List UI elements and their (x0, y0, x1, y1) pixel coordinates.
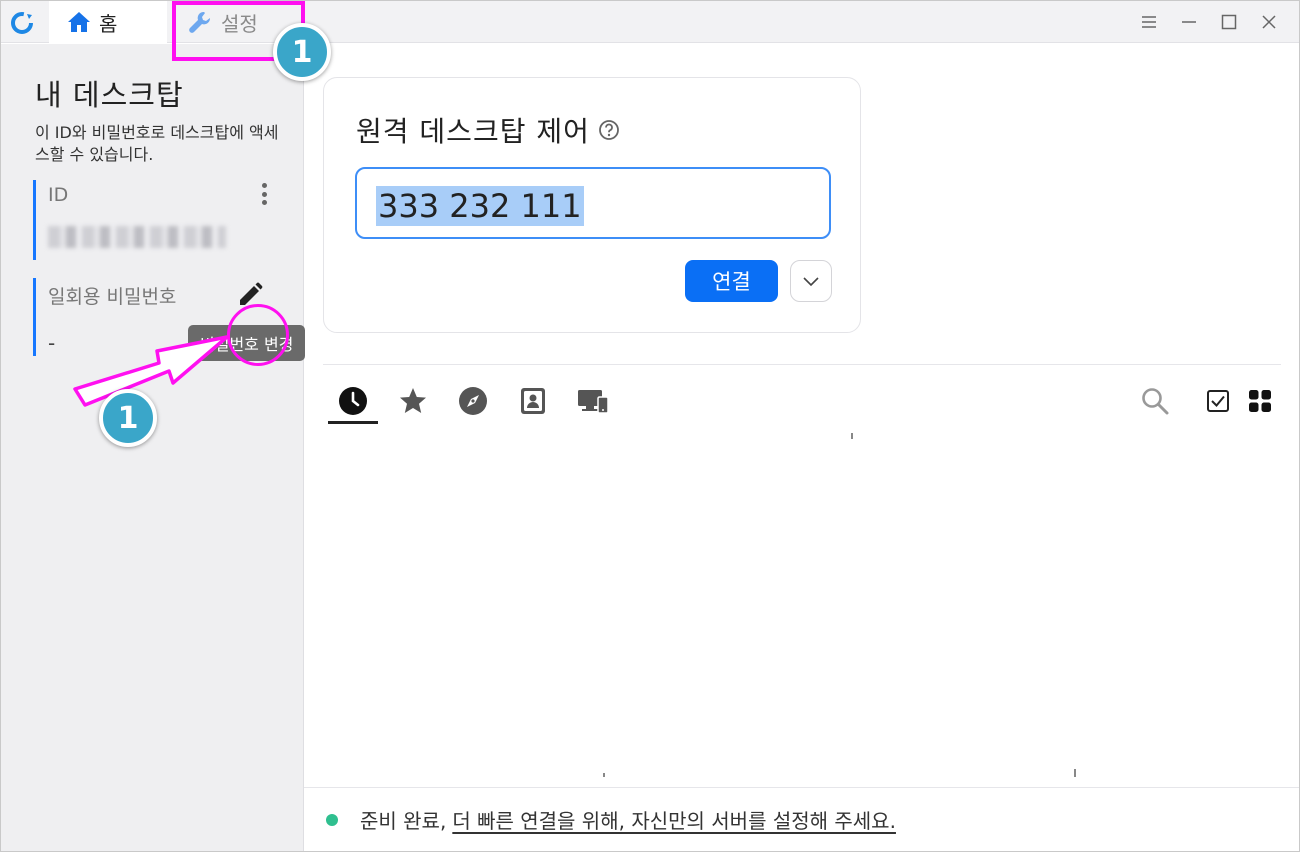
chevron-down-icon (803, 277, 819, 287)
tab-favorites[interactable] (391, 381, 435, 421)
select-mode-button[interactable] (1200, 383, 1236, 419)
id-label: ID (48, 184, 69, 206)
tab-discovered[interactable] (451, 381, 495, 421)
window-controls (1129, 1, 1289, 43)
recent-icon (339, 387, 367, 415)
status-indicator-icon (326, 813, 338, 826)
close-button[interactable] (1249, 1, 1289, 43)
sidebar-title: 내 데스크탑 (35, 78, 184, 112)
loading-indicator-mark (1074, 769, 1076, 777)
sidebar-description: 이 ID와 비밀번호로 데스크탑에 액세스할 수 있습니다. (35, 123, 279, 164)
checkbox-icon (1207, 390, 1229, 412)
remote-id-selected-text: 333 232 111 (376, 186, 584, 226)
section-divider (323, 364, 1281, 365)
grid-view-button[interactable] (1242, 383, 1278, 419)
grid-view-icon (1249, 390, 1271, 412)
address-book-icon (521, 388, 545, 414)
minimize-icon (1182, 21, 1196, 23)
menu-button[interactable] (1129, 1, 1169, 43)
favorite-icon (400, 388, 426, 413)
setup-server-link[interactable]: 더 빠른 연결을 위해, 자신만의 서버를 설정해 주세요. (452, 805, 896, 834)
maximize-button[interactable] (1209, 1, 1249, 43)
minimize-button[interactable] (1169, 1, 1209, 43)
connect-options-button[interactable] (790, 260, 832, 302)
home-icon (67, 11, 91, 33)
connect-button[interactable]: 연결 (685, 260, 778, 302)
remote-control-title: 원격 데스크탑 제어 (356, 110, 620, 150)
close-icon (1262, 15, 1276, 29)
menu-icon (1142, 16, 1156, 28)
loading-indicator-mark (603, 773, 605, 777)
annotation-badge: 1 (99, 389, 157, 447)
tab-home[interactable]: 홈 (49, 1, 167, 43)
tab-address-book[interactable] (511, 381, 555, 421)
id-card: ID (33, 180, 283, 260)
remote-control-card: 원격 데스크탑 제어 333 232 111 연결 (323, 77, 861, 333)
maximize-icon (1221, 14, 1237, 30)
help-icon[interactable] (598, 119, 620, 141)
search-peers-button[interactable] (1137, 383, 1173, 419)
sidebar: 내 데스크탑 이 ID와 비밀번호로 데스크탑에 액세스할 수 있습니다. ID… (1, 44, 304, 851)
app-logo-icon (9, 10, 35, 36)
remote-control-title-text: 원격 데스크탑 제어 (356, 115, 590, 148)
search-icon (1142, 388, 1169, 415)
discovered-icon (459, 387, 487, 415)
id-value-redacted[interactable] (48, 226, 226, 248)
status-bar: 준비 완료, 더 빠른 연결을 위해, 자신만의 서버를 설정해 주세요. (304, 787, 1299, 851)
loading-indicator-mark (851, 433, 853, 439)
tab-group[interactable] (571, 381, 615, 421)
group-icon (578, 390, 609, 414)
tab-recent-sessions[interactable] (328, 381, 378, 424)
id-more-options-icon[interactable] (256, 182, 272, 206)
annotation-badge: 1 (273, 23, 331, 81)
tab-home-label: 홈 (99, 11, 118, 36)
app-window: 홈 설정 내 데스크탑 이 ID와 비밀번호로 데스크탑에 액세스할 수 있습니… (0, 0, 1300, 852)
status-ready-text: 준비 완료, (360, 809, 447, 833)
